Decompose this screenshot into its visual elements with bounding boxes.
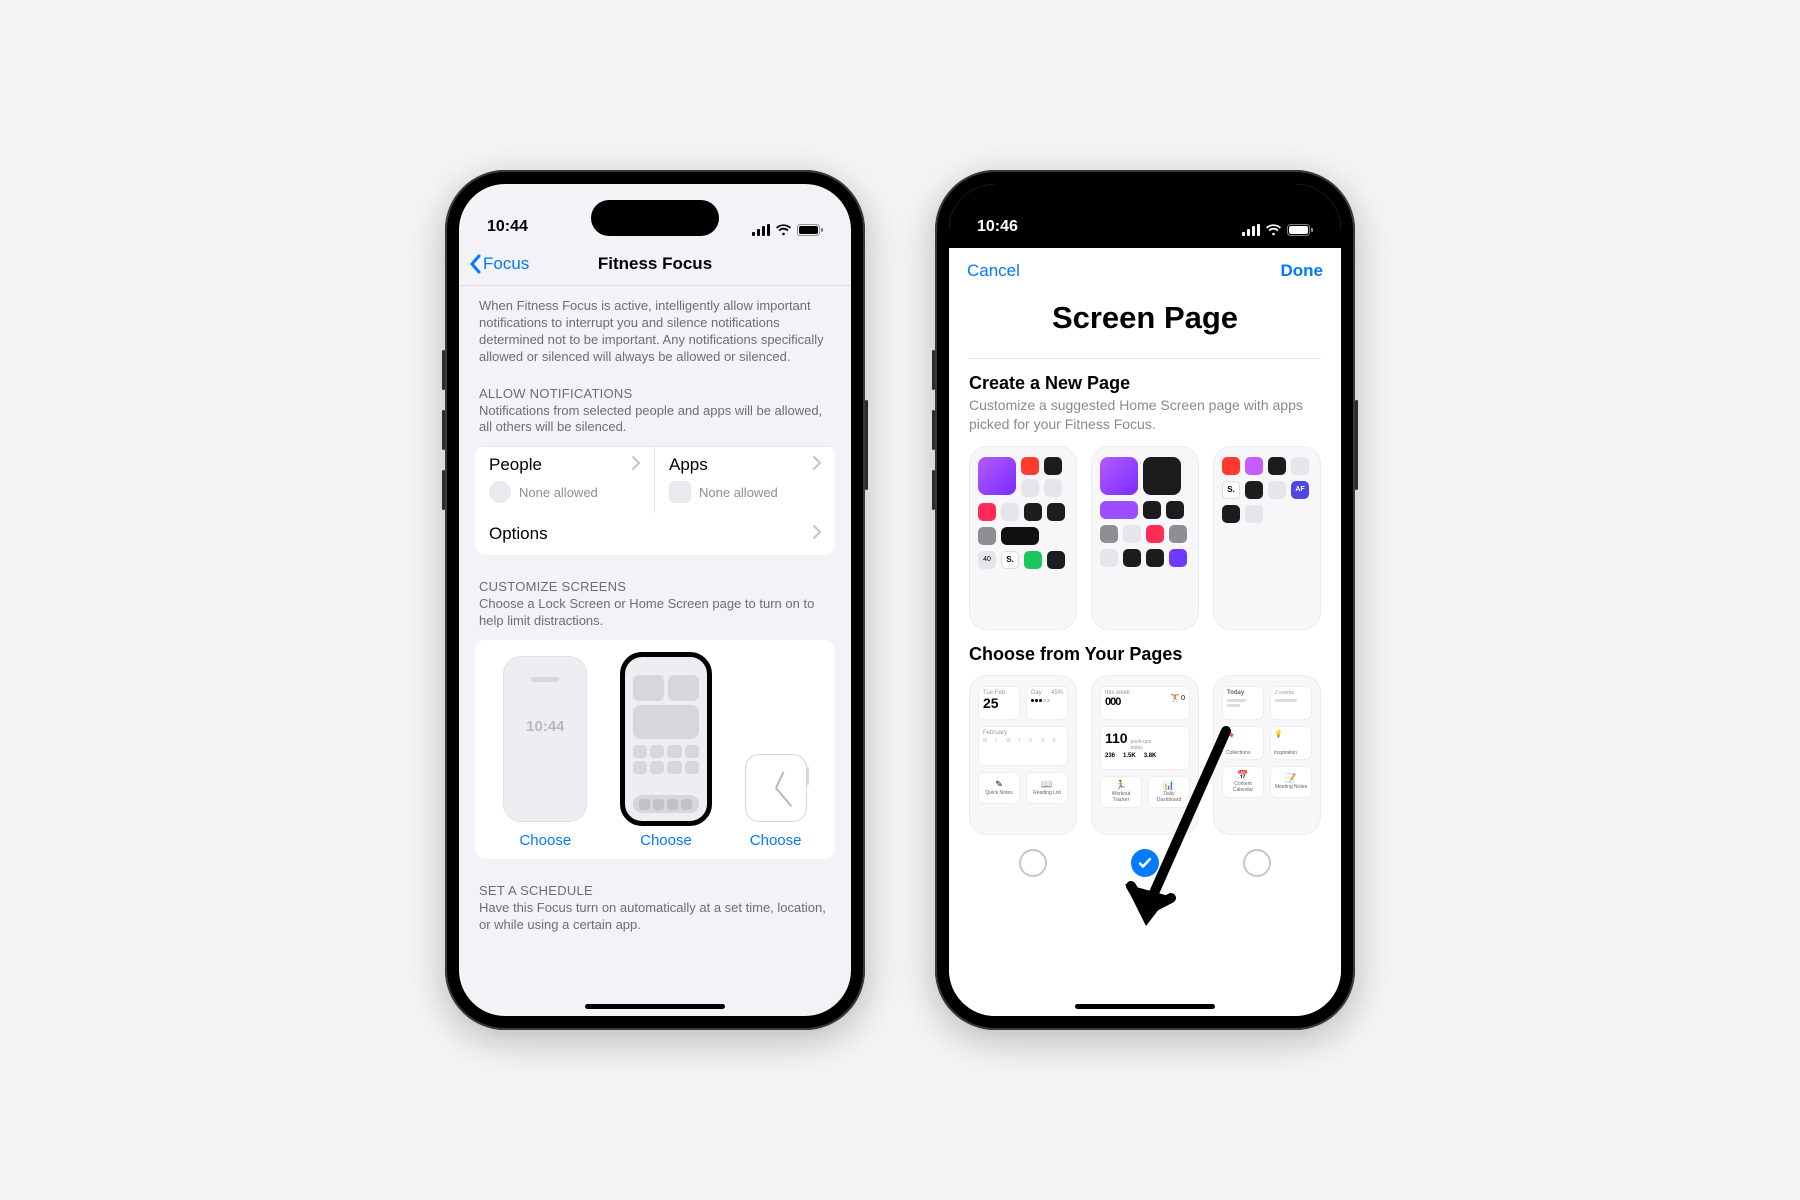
status-time: 10:46 <box>977 218 1018 236</box>
home-indicator[interactable] <box>585 1004 725 1009</box>
page-selector-row <box>969 849 1321 877</box>
dynamic-island <box>591 200 719 236</box>
back-label: Focus <box>483 254 529 274</box>
choose-watch-face[interactable]: Choose <box>745 832 807 849</box>
create-new-page-section: Create a New Page Customize a suggested … <box>949 358 1341 877</box>
section-header-allow-notifications: ALLOW NOTIFICATIONS <box>459 380 851 403</box>
settings-content[interactable]: When Fitness Focus is active, intelligen… <box>459 286 851 1016</box>
chevron-right-icon <box>632 455 640 475</box>
options-label: Options <box>489 524 548 544</box>
cellular-icon <box>752 224 770 236</box>
battery-icon <box>1287 224 1313 236</box>
watch-face-option[interactable]: Choose <box>745 674 807 849</box>
home-indicator[interactable] <box>1075 1004 1215 1009</box>
chevron-left-icon <box>469 254 481 274</box>
screen-screen-page-sheet: 10:46 Cancel Done Screen Page Create a N… <box>949 184 1341 1016</box>
dynamic-island <box>1081 200 1209 236</box>
screen-settings-focus: 10:44 Focus Fitness Focus When Fitness F… <box>459 184 851 1016</box>
people-label: People <box>489 455 542 475</box>
your-page-2[interactable]: this week000 🏋 0 110push-upstoday 2361.5… <box>1091 675 1199 835</box>
your-pages-row: Tue Feb 25 Day45% February MTWTFSS <box>969 675 1321 835</box>
your-page-3[interactable]: Today 2 events 🔖Collections 💡Ins <box>1213 675 1321 835</box>
people-sub: None allowed <box>519 485 598 500</box>
cancel-button[interactable]: Cancel <box>967 261 1020 281</box>
chevron-right-icon <box>813 524 821 544</box>
section-sub-customize-screens: Choose a Lock Screen or Home Screen page… <box>459 596 851 638</box>
apps-icon-placeholder-icon <box>669 481 691 503</box>
lock-screen-preview-icon: 10:44 <box>503 656 587 822</box>
focus-description: When Fitness Focus is active, intelligen… <box>459 296 851 380</box>
sheet-header: Cancel Done <box>949 248 1341 294</box>
allow-notifications-card: People None allowed Apps <box>475 446 835 555</box>
status-icons <box>1242 224 1313 236</box>
people-cell[interactable]: People None allowed <box>475 447 655 513</box>
status-time: 10:44 <box>487 218 528 236</box>
suggested-page-3[interactable]: S.AF <box>1213 446 1321 630</box>
create-new-page-title: Create a New Page <box>969 373 1321 394</box>
choose-from-pages-title: Choose from Your Pages <box>969 644 1321 665</box>
apps-label: Apps <box>669 455 708 475</box>
back-button[interactable]: Focus <box>469 254 529 274</box>
page-select-3[interactable] <box>1243 849 1271 877</box>
battery-icon <box>797 224 823 236</box>
suggested-pages-row: 40S. S.AF <box>969 446 1321 630</box>
lock-screen-option[interactable]: 10:44 Choose <box>503 656 587 849</box>
customize-screens-card: 10:44 Choose Choose <box>475 640 835 859</box>
your-page-1[interactable]: Tue Feb 25 Day45% February MTWTFSS <box>969 675 1077 835</box>
nav-bar: Focus Fitness Focus <box>459 242 851 286</box>
wifi-icon <box>1265 224 1282 236</box>
options-row[interactable]: Options <box>475 513 835 555</box>
lock-screen-time: 10:44 <box>526 718 564 735</box>
nav-title: Fitness Focus <box>598 254 712 274</box>
suggested-page-2[interactable] <box>1091 446 1199 630</box>
apps-cell[interactable]: Apps None allowed <box>655 447 835 513</box>
chevron-right-icon <box>813 455 821 475</box>
done-button[interactable]: Done <box>1281 261 1324 281</box>
iphone-mockup-right: 10:46 Cancel Done Screen Page Create a N… <box>935 170 1355 1030</box>
page-select-2[interactable] <box>1131 849 1159 877</box>
home-screen-option[interactable]: Choose <box>624 656 708 849</box>
suggested-page-1[interactable]: 40S. <box>969 446 1077 630</box>
section-header-customize-screens: CUSTOMIZE SCREENS <box>459 573 851 596</box>
choose-lock-screen[interactable]: Choose <box>503 832 587 849</box>
modal-sheet: Cancel Done Screen Page Create a New Pag… <box>949 248 1341 1016</box>
section-sub-set-schedule: Have this Focus turn on automatically at… <box>459 900 851 942</box>
checkmark-icon <box>1137 855 1153 871</box>
home-screen-preview-icon <box>624 656 708 822</box>
people-avatar-placeholder-icon <box>489 481 511 503</box>
choose-home-screen[interactable]: Choose <box>624 832 708 849</box>
iphone-mockup-left: 10:44 Focus Fitness Focus When Fitness F… <box>445 170 865 1030</box>
cellular-icon <box>1242 224 1260 236</box>
wifi-icon <box>775 224 792 236</box>
page-select-1[interactable] <box>1019 849 1047 877</box>
status-icons <box>752 224 823 236</box>
section-sub-allow-notifications: Notifications from selected people and a… <box>459 403 851 445</box>
sheet-title: Screen Page <box>949 294 1341 352</box>
section-header-set-schedule: SET A SCHEDULE <box>459 877 851 900</box>
create-new-page-sub: Customize a suggested Home Screen page w… <box>969 396 1321 434</box>
apps-sub: None allowed <box>699 485 778 500</box>
watch-face-preview-icon <box>745 754 807 822</box>
